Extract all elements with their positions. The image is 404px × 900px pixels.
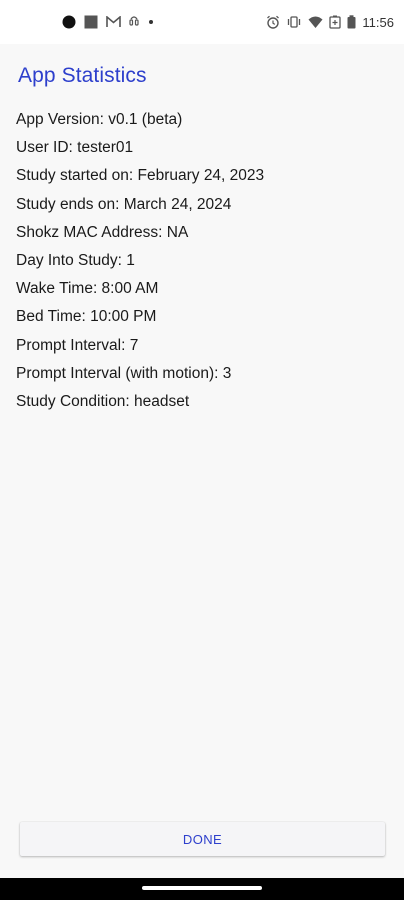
page-title: App Statistics xyxy=(18,64,147,87)
stat-bed-time: Bed Time: 10:00 PM xyxy=(16,308,157,326)
notification-dot-icon xyxy=(147,18,155,26)
status-bar: 11:56 xyxy=(0,0,404,44)
home-gesture-handle[interactable] xyxy=(142,886,262,890)
stat-study-condition: Study Condition: headset xyxy=(16,392,190,410)
stats-list: App Version: v0.1 (beta) User ID: tester… xyxy=(16,108,264,418)
gmail-icon xyxy=(106,16,121,28)
stat-study-started: Study started on: February 24, 2023 xyxy=(16,167,265,185)
battery-icon xyxy=(347,15,356,29)
stat-app-version: App Version: v0.1 (beta) xyxy=(16,111,183,128)
stat-study-ends: Study ends on: March 24, 2024 xyxy=(16,195,232,213)
stat-prompt-interval-motion: Prompt Interval (with motion): 3 xyxy=(16,364,232,382)
square-app-icon xyxy=(84,15,98,29)
record-dot-icon xyxy=(62,15,76,29)
stat-shokz-mac-address: Shokz MAC Address: NA xyxy=(16,223,189,241)
wifi-icon xyxy=(308,16,323,29)
battery-saver-icon xyxy=(329,15,342,29)
status-time: 11:56 xyxy=(362,14,394,30)
done-button[interactable]: DONE xyxy=(20,822,385,856)
status-left-icons xyxy=(62,14,155,30)
headset-icon xyxy=(129,16,139,28)
app-statistics-screen: App Statistics App Version: v0.1 (beta) … xyxy=(0,44,404,878)
status-right-icons: 11:56 xyxy=(266,13,394,31)
stat-user-id: User ID: tester01 xyxy=(16,139,134,157)
stat-prompt-interval: Prompt Interval: 7 xyxy=(16,336,139,354)
vibrate-icon xyxy=(286,15,302,29)
alarm-icon xyxy=(266,15,280,29)
stat-day-into-study: Day Into Study: 1 xyxy=(16,251,135,269)
navigation-bar xyxy=(0,878,404,900)
stat-wake-time: Wake Time: 8:00 AM xyxy=(16,280,159,298)
